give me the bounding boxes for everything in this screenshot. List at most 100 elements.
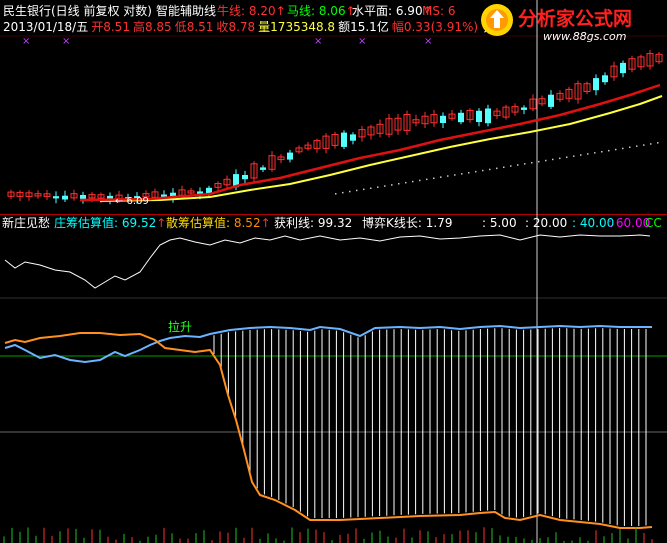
candle-body — [440, 115, 446, 123]
dot — [643, 144, 645, 146]
quote-volume: 1735348.8 — [270, 20, 335, 34]
marker: × — [314, 36, 322, 47]
header-line: 民生银行(日线 前复权 对数) 智能辅助线 — [3, 3, 216, 18]
dot — [356, 189, 358, 192]
marker: × — [22, 36, 30, 47]
candle-body — [485, 108, 491, 124]
logo-main-text: 分析家公式网 — [518, 7, 632, 30]
sub-chart-title: 新庄见愁 — [2, 215, 50, 230]
site-logo: 分析家公式网 www.88gs.com — [481, 4, 632, 43]
dot — [566, 156, 568, 158]
sub-chart-header: 新庄见愁 庄筹估算值: 69.52↑ 散筹估算值: 8.52↑ 获利线: 99.32 博… — [2, 215, 662, 230]
candle-body — [62, 195, 68, 200]
stock-title: 民生银行(日线 前复权 对数) — [3, 3, 152, 18]
dot — [594, 152, 596, 154]
horse-line — [99, 95, 663, 202]
san-chip-line — [4, 332, 653, 529]
level-dotted-line — [335, 142, 659, 195]
dot — [468, 172, 470, 174]
sub-item: 庄筹估算值: 69.52↑ — [54, 215, 166, 230]
header-item: 马线: 8.06↑ — [287, 4, 356, 18]
candle-body — [287, 152, 293, 160]
candle-body — [350, 134, 356, 141]
stock-chart[interactable]: 民生银行(日线 前复权 对数) 智能辅助线 牛线: 8.20↑ 马线: 8.06↑水… — [0, 0, 667, 543]
dot — [482, 169, 484, 172]
candle-body — [242, 175, 248, 180]
min-price-label: ← 6.09 — [115, 196, 149, 207]
dot — [629, 146, 631, 148]
level-label: : 20.00 — [525, 216, 567, 230]
logo-url: www.88gs.com — [543, 30, 626, 43]
candle-body — [602, 75, 608, 83]
dot — [384, 185, 386, 187]
dot — [412, 180, 414, 183]
dot — [538, 160, 540, 163]
dot — [370, 187, 372, 189]
dot — [335, 193, 337, 195]
dot — [426, 178, 428, 181]
dot — [517, 164, 519, 166]
level-label: : 60.00 — [608, 216, 650, 230]
dot — [391, 184, 393, 186]
dot — [559, 157, 561, 160]
candle-body — [521, 107, 527, 110]
header-item: 水平面: 6.90↑ — [352, 4, 433, 18]
zhuang-chip-line — [4, 324, 652, 364]
dot — [510, 165, 512, 167]
marker: × — [358, 36, 366, 47]
sub-item: 散筹估算值: 8.52↑ — [166, 215, 271, 230]
dot — [524, 163, 526, 165]
quote-low: 8.51 — [187, 20, 214, 34]
candle-body — [260, 167, 266, 170]
dot — [377, 186, 379, 188]
indicator-name: 智能辅助线 — [156, 3, 216, 18]
dot — [587, 153, 589, 155]
dot — [349, 190, 351, 193]
quote-line: 2013/01/18/五 开8.51 高8.85 低8.51 收8.78 量1735348… — [3, 19, 503, 34]
dot — [657, 142, 659, 144]
dot — [503, 166, 505, 168]
candle-body — [548, 94, 554, 107]
dot — [440, 176, 442, 178]
dot — [615, 148, 617, 151]
quote-change: 0.33(3.91%) — [404, 20, 478, 34]
quote-high: 8.85 — [145, 20, 172, 34]
dot — [608, 149, 610, 152]
dot — [601, 151, 603, 153]
quote-date: 2013/01/18/五 — [3, 20, 88, 34]
candle-body — [341, 132, 347, 147]
header-item: MS: 6 — [422, 4, 455, 18]
quote-close: 8.78 — [228, 20, 255, 34]
bull-line — [79, 83, 661, 202]
dot — [342, 191, 344, 194]
histogram-bars — [213, 328, 647, 526]
dot — [496, 167, 498, 170]
dot — [475, 170, 477, 173]
dot — [419, 179, 421, 182]
signal-markers: × × × × × — [22, 36, 432, 47]
dot — [447, 175, 449, 177]
level-label: : 5.00 — [482, 216, 517, 230]
dot — [573, 155, 575, 157]
dot — [545, 159, 547, 162]
header-item: 牛线: 8.20↑ — [217, 3, 286, 18]
candle-body — [593, 78, 599, 91]
candlesticks — [7, 50, 663, 205]
dot — [433, 177, 435, 179]
dot — [650, 143, 652, 145]
dot — [622, 147, 624, 150]
candle-body — [458, 112, 464, 123]
dot — [489, 168, 491, 171]
dot — [636, 145, 638, 147]
dot — [461, 173, 463, 175]
dot — [363, 188, 365, 191]
dot — [552, 158, 554, 161]
bottom-signal-bars — [3, 527, 653, 543]
quote-open: 8.51 — [103, 20, 130, 34]
candle-body — [476, 110, 482, 122]
candle-body — [53, 196, 59, 199]
profit-line — [4, 234, 651, 289]
dot — [405, 181, 407, 184]
sub-item: 获利线: 99.32 — [274, 216, 352, 230]
annotation-lasheng: 拉升 — [168, 319, 192, 334]
